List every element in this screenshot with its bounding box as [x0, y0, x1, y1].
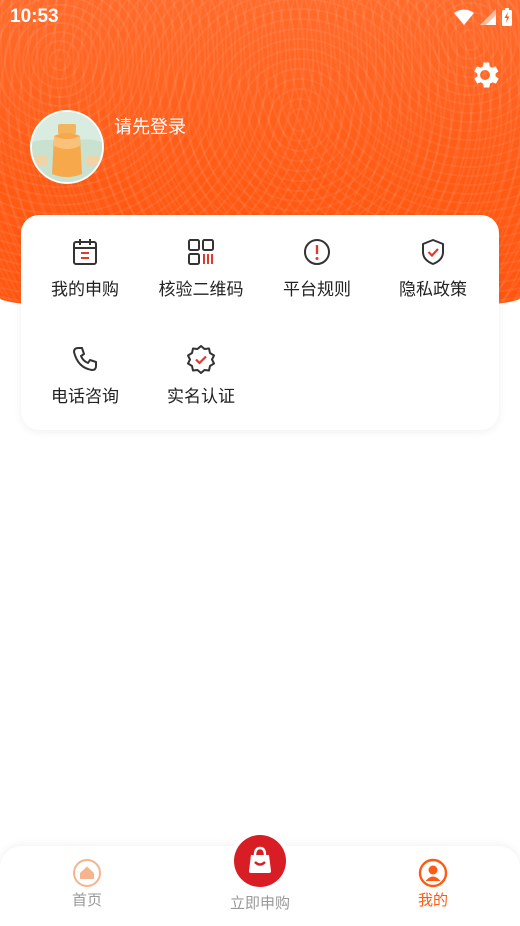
- login-prompt[interactable]: 请先登录: [114, 113, 186, 139]
- status-bar: 10:53: [0, 0, 520, 36]
- buy-now-button[interactable]: [234, 835, 286, 887]
- shield-check-icon: [422, 239, 444, 265]
- menu-item-label: 电话咨询: [51, 387, 119, 407]
- menu-item-label: 实名认证: [167, 387, 235, 407]
- menu-item-privacy-policy[interactable]: 隐私政策: [375, 215, 491, 305]
- calendar-list-icon: [73, 239, 97, 265]
- settings-button[interactable]: [468, 58, 502, 92]
- menu-item-label: 核验二维码: [158, 280, 244, 300]
- wifi-icon: [454, 9, 474, 25]
- menu-item-label: 隐私政策: [399, 280, 467, 300]
- avatar[interactable]: [30, 110, 104, 184]
- user-icon: [418, 858, 448, 888]
- shopping-bag-icon: [249, 846, 271, 873]
- menu-card: 我的申购 核验二维码 平台规则 隐私政策 电话咨询 实名认证: [21, 215, 499, 430]
- tab-home[interactable]: 首页: [27, 846, 147, 926]
- status-time: 10:53: [10, 6, 59, 27]
- menu-item-phone-consult[interactable]: 电话咨询: [27, 322, 143, 412]
- menu-item-platform-rules[interactable]: 平台规则: [259, 215, 375, 305]
- qr-code-icon: [188, 239, 214, 265]
- home-icon: [73, 859, 101, 887]
- menu-item-label: 我的申购: [51, 280, 119, 300]
- status-icons: [454, 6, 512, 28]
- gear-icon: [474, 62, 499, 88]
- verified-badge-icon: [187, 345, 215, 374]
- avatar-image: [32, 112, 102, 182]
- menu-item-my-purchases[interactable]: 我的申购: [27, 215, 143, 305]
- menu-item-real-name-auth[interactable]: 实名认证: [143, 322, 259, 412]
- menu-item-label: 平台规则: [283, 280, 351, 300]
- signal-icon: [480, 9, 496, 25]
- tab-mine[interactable]: 我的: [373, 846, 493, 926]
- exclamation-circle-icon: [304, 239, 330, 265]
- menu-item-verify-qr[interactable]: 核验二维码: [143, 215, 259, 305]
- tab-label: 首页: [71, 891, 102, 909]
- tab-buy-now-label[interactable]: 立即申购: [200, 892, 320, 913]
- battery-icon: [502, 8, 512, 26]
- phone-icon: [73, 347, 97, 371]
- tab-label: 我的: [417, 891, 448, 909]
